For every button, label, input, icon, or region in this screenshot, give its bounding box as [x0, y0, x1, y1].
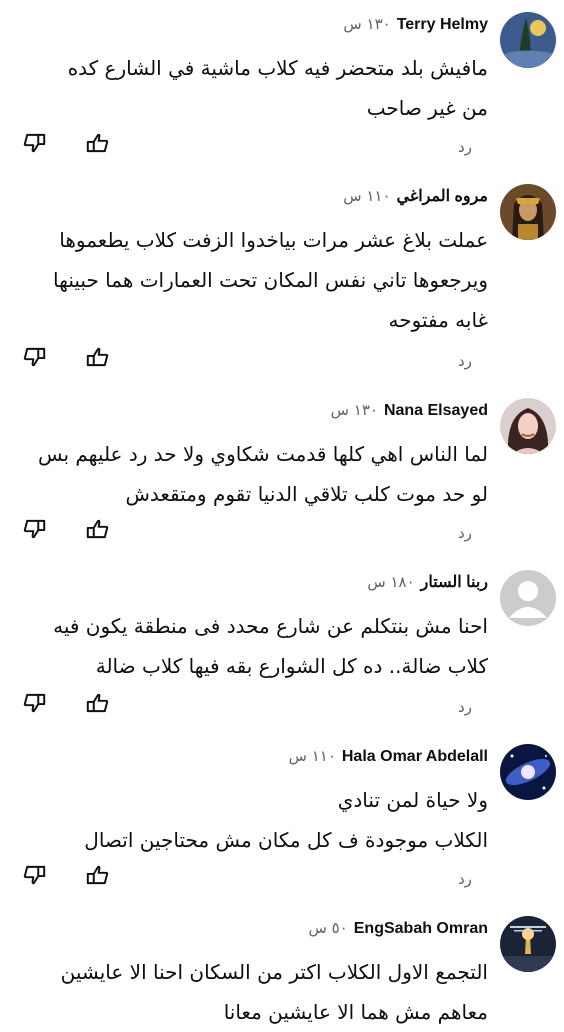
- comment-text: لما الناس اهي كلها قدمت شكاوي ولا حد رد …: [16, 434, 488, 514]
- like-button[interactable]: [84, 862, 110, 888]
- timestamp: ١٨٠ س: [367, 573, 415, 591]
- comment-line: ولا حياة لمن تنادي: [337, 788, 488, 812]
- thumbs-up-icon: [86, 693, 109, 713]
- comment-line: غابه مفتوحه: [388, 308, 488, 332]
- comment-header: Terry Helmy ١٣٠ س: [343, 14, 488, 35]
- timestamp: ١١٠ س: [288, 747, 336, 765]
- like-button[interactable]: [84, 344, 110, 370]
- comment-line: معاهم مش هما الا عايشين معانا: [223, 1000, 488, 1024]
- comment-header: EngSabah Omran ٥٠ س: [309, 918, 488, 939]
- avatar[interactable]: [500, 184, 556, 240]
- comment-header: Hala Omar Abdelall ١١٠ س: [289, 746, 488, 767]
- comment-actions: رد: [0, 516, 564, 556]
- author-name[interactable]: Terry Helmy: [397, 16, 488, 33]
- comment-actions: رد: [0, 344, 564, 384]
- dislike-button[interactable]: [22, 130, 48, 156]
- author-name[interactable]: Hala Omar Abdelall: [342, 748, 488, 765]
- author-name[interactable]: EngSabah Omran: [354, 920, 488, 937]
- avatar[interactable]: [500, 570, 556, 626]
- author-name[interactable]: مروه المراغي: [397, 188, 489, 205]
- comment-text: احنا مش بنتكلم عن شارع محدد فى منطقة يكو…: [16, 606, 488, 686]
- comment-text: مافيش بلد متحضر فيه كلاب ماشية في الشارع…: [16, 48, 488, 128]
- avatar[interactable]: [500, 398, 556, 454]
- like-button[interactable]: [84, 516, 110, 542]
- timestamp: ١٣٠ س: [343, 15, 391, 33]
- like-button[interactable]: [84, 690, 110, 716]
- reply-button[interactable]: رد: [458, 524, 472, 542]
- thumbs-up-icon: [86, 865, 109, 885]
- comment-actions: رد: [0, 130, 564, 170]
- timestamp: ٥٠ س: [308, 919, 348, 937]
- comment-line: لما الناس اهي كلها قدمت شكاوي ولا حد رد …: [37, 442, 488, 466]
- thumbs-down-icon: [23, 347, 46, 367]
- author-name[interactable]: Nana Elsayed: [384, 402, 488, 419]
- avatar[interactable]: [500, 12, 556, 68]
- reply-button[interactable]: رد: [458, 870, 472, 888]
- comment-line: من غير صاحب: [366, 96, 488, 120]
- comment-line: احنا مش بنتكلم عن شارع محدد فى منطقة يكو…: [53, 614, 488, 638]
- comment-line: عملت بلاغ عشر مرات بياخدوا الزفت كلاب يط…: [59, 228, 488, 252]
- comment-header: مروه المراغي ١١٠ س: [343, 186, 488, 207]
- avatar[interactable]: [500, 916, 556, 972]
- comment-text: عملت بلاغ عشر مرات بياخدوا الزفت كلاب يط…: [16, 220, 488, 340]
- comment-text: ولا حياة لمن تنادي الكلاب موجودة ف كل مك…: [16, 780, 488, 860]
- thumbs-down-icon: [23, 519, 46, 539]
- comments-list: Terry Helmy ١٣٠ س مافيش بلد متحضر فيه كلا…: [0, 0, 564, 1024]
- dislike-button[interactable]: [22, 516, 48, 542]
- comment-header: ربنا الستار ١٨٠ س: [367, 572, 488, 593]
- comment-line: التجمع الاول الكلاب اكتر من السكان احنا …: [60, 960, 488, 984]
- thumbs-up-icon: [86, 519, 109, 539]
- avatar[interactable]: [500, 744, 556, 800]
- reply-button[interactable]: رد: [458, 698, 472, 716]
- dislike-button[interactable]: [22, 344, 48, 370]
- dislike-button[interactable]: [22, 690, 48, 716]
- timestamp: ١١٠ س: [343, 187, 391, 205]
- comment-text: التجمع الاول الكلاب اكتر من السكان احنا …: [16, 952, 488, 1032]
- reply-button[interactable]: رد: [458, 352, 472, 370]
- thumbs-down-icon: [23, 133, 46, 153]
- comment-actions: رد: [0, 690, 564, 730]
- comment-line: مافيش بلد متحضر فيه كلاب ماشية في الشارع…: [67, 56, 488, 80]
- timestamp: ١٣٠ س: [330, 401, 378, 419]
- comment-actions: رد: [0, 862, 564, 902]
- comment-line: كلاب ضالة.. ده كل الشوارع بقه فيها كلاب …: [95, 654, 488, 678]
- thumbs-up-icon: [86, 133, 109, 153]
- reply-button[interactable]: رد: [458, 138, 472, 156]
- comment-header: Nana Elsayed ١٣٠ س: [331, 400, 488, 421]
- dislike-button[interactable]: [22, 862, 48, 888]
- like-button[interactable]: [84, 130, 110, 156]
- comment-line: ويرجعوها تاني نفس المكان تحت العمارات هم…: [53, 268, 488, 292]
- author-name[interactable]: ربنا الستار: [421, 574, 488, 591]
- thumbs-down-icon: [23, 693, 46, 713]
- comment-line: الكلاب موجودة ف كل مكان مش محتاجين اتصال: [84, 828, 488, 852]
- thumbs-up-icon: [86, 347, 109, 367]
- comment-line: لو حد موت كلب تلاقي الدنيا تقوم ومتقعدش: [125, 482, 489, 506]
- thumbs-down-icon: [23, 865, 46, 885]
